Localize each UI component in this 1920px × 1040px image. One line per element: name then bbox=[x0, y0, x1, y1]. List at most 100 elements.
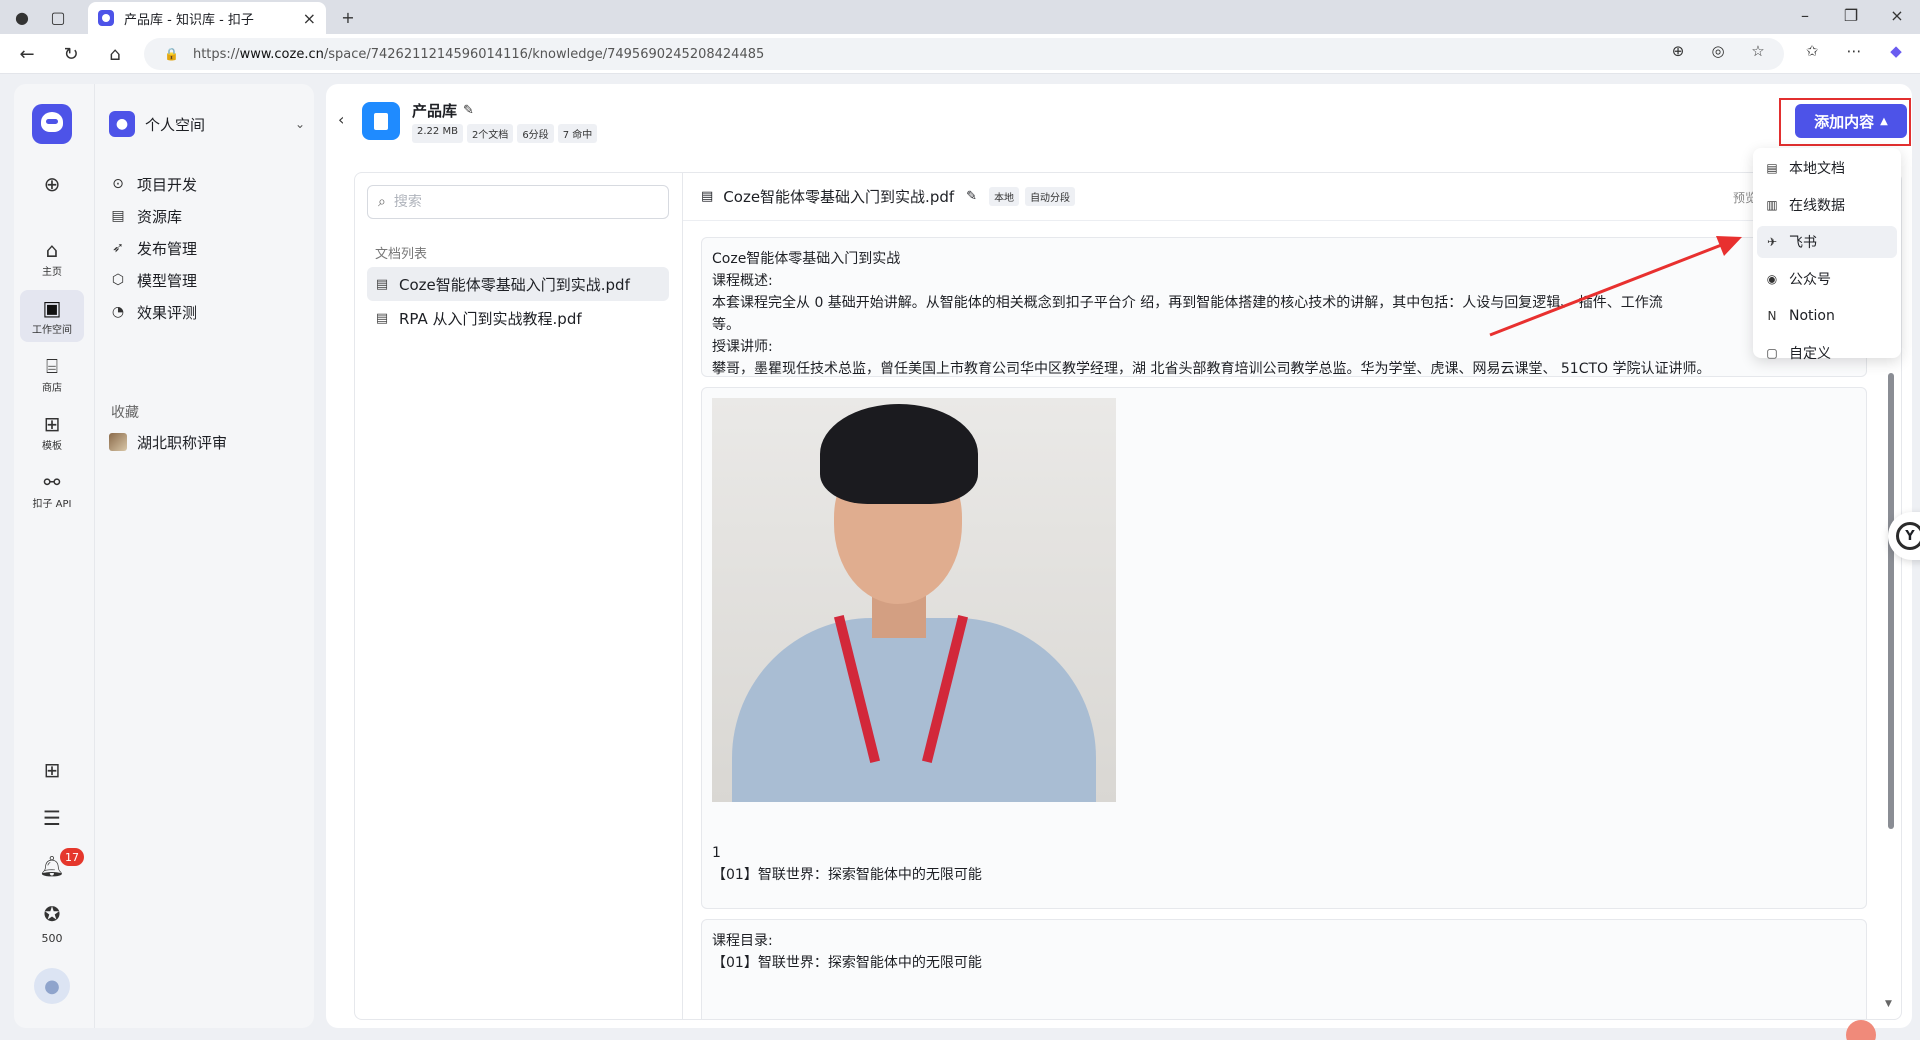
docs-icon[interactable]: ☰ bbox=[36, 802, 68, 834]
assistant-icon: Y bbox=[1896, 522, 1920, 550]
annotation-highlight-box bbox=[1779, 98, 1911, 146]
window-close-icon[interactable]: × bbox=[1882, 6, 1912, 25]
document-name: Coze智能体零基础入门到实战.pdf bbox=[399, 275, 630, 294]
photo-shirt bbox=[732, 618, 1096, 802]
new-tab-icon[interactable]: + bbox=[338, 8, 358, 27]
menu-item-wechat[interactable]: ◉ 公众号 bbox=[1757, 263, 1897, 295]
rail-item-home[interactable]: ⌂ 主页 bbox=[20, 232, 84, 284]
menu-item-label: 在线数据 bbox=[1789, 198, 1845, 214]
feishu-icon: ✈ bbox=[1766, 235, 1778, 249]
sidebar-item-evaluate[interactable]: ◔ 效果评测 bbox=[109, 296, 305, 328]
segment-line: 攀哥，墨瞿现任技术总监，曾任美国上市教育公司华中区教学经理，湖 北省头部教育培训… bbox=[712, 361, 1711, 377]
translate-icon[interactable]: ◎ bbox=[1706, 42, 1730, 60]
tab-actions-icon[interactable]: ▢ bbox=[48, 8, 68, 27]
sidebar-item-label: 发布管理 bbox=[137, 239, 198, 258]
segment-card[interactable]: Coze智能体零基础入门到实战 课程概述: 本套课程完全从 0 基础开始讲解。从… bbox=[701, 237, 1867, 377]
workspace-sidenav: ● 个人空间 ⌄ ⊙ 项目开发 ▤ 资源库 ➶ 发布管理 ⬡ 模型管理 ◔ 效果… bbox=[94, 84, 314, 1028]
scrollbar-thumb[interactable] bbox=[1888, 373, 1894, 829]
minimize-icon[interactable]: – bbox=[1790, 6, 1820, 25]
avatar[interactable]: ● bbox=[34, 968, 70, 1004]
document-name: RPA 从入门到实战教程.pdf bbox=[399, 309, 582, 328]
left-rail: ⊕ ⌂ 主页 ▣ 工作空间 ⌸ 商店 ⊞ 模板 ⚯ 扣子 API ⊞ ☰ 🔔︎ … bbox=[14, 84, 94, 1028]
favorites-bar-icon[interactable]: ✩ bbox=[1800, 42, 1824, 60]
wechat-icon: ◉ bbox=[1766, 272, 1778, 286]
file-icon: ▤ bbox=[375, 310, 389, 326]
segment-card[interactable]: 1 【01】智联世界：探索智能体中的无限可能 bbox=[701, 387, 1867, 909]
file-icon: ▤ bbox=[375, 276, 389, 292]
project-icon: ⊙ bbox=[112, 176, 124, 192]
model-icon: ⬡ bbox=[111, 272, 125, 288]
edit-icon[interactable]: ✎ bbox=[463, 103, 474, 118]
coze-app: ⊕ ⌂ 主页 ▣ 工作空间 ⌸ 商店 ⊞ 模板 ⚯ 扣子 API ⊞ ☰ 🔔︎ … bbox=[14, 84, 1912, 1036]
knowledge-base-icon bbox=[362, 102, 400, 140]
segment-line: 授课讲师: bbox=[712, 339, 773, 355]
favorite-item[interactable]: 湖北职称评审 bbox=[109, 426, 305, 458]
browser-tab[interactable]: 产品库 - 知识库 - 扣子 × bbox=[88, 2, 326, 34]
rail-item-workspace[interactable]: ▣ 工作空间 bbox=[20, 290, 84, 342]
segment-mode-tag: 自动分段 bbox=[1025, 187, 1076, 206]
url-path: /space/7426211214596014116/knowledge/749… bbox=[323, 46, 765, 62]
chevron-down-icon: ⌄ bbox=[294, 117, 305, 131]
site-info-icon[interactable]: 🔒 bbox=[164, 47, 179, 61]
coze-logo-icon[interactable] bbox=[32, 104, 72, 144]
profile-icon[interactable]: ● bbox=[12, 8, 32, 27]
document-title: Coze智能体零基础入门到实战.pdf bbox=[723, 188, 955, 206]
menu-item-notion[interactable]: N Notion bbox=[1757, 300, 1897, 332]
more-menu-icon[interactable]: ⋯ bbox=[1842, 42, 1866, 60]
sidebar-item-project[interactable]: ⊙ 项目开发 bbox=[109, 168, 305, 200]
menu-item-local-doc[interactable]: ▤ 本地文档 bbox=[1757, 152, 1897, 184]
segment-line: Coze智能体零基础入门到实战 bbox=[712, 251, 901, 267]
scroll-down-arrow-icon[interactable]: ▼ bbox=[1885, 999, 1892, 1009]
segment-line: 【01】智联世界：探索智能体中的无限可能 bbox=[712, 867, 982, 883]
menu-item-feishu[interactable]: ✈ 飞书 bbox=[1757, 226, 1897, 258]
rail-item-label: 扣子 API bbox=[32, 498, 72, 510]
document-item-selected[interactable]: ▤ Coze智能体零基础入门到实战.pdf bbox=[367, 267, 669, 301]
menu-item-online-data[interactable]: ▥ 在线数据 bbox=[1757, 189, 1897, 221]
segment-line: 本套课程完全从 0 基础开始讲解。从智能体的相关概念到扣子平台介 绍，再到智能体… bbox=[712, 295, 1663, 311]
rail-item-template[interactable]: ⊞ 模板 bbox=[20, 406, 84, 458]
document-list-heading: 文档列表 bbox=[375, 247, 428, 262]
space-selector[interactable]: ● 个人空间 ⌄ bbox=[109, 108, 305, 140]
rail-item-store[interactable]: ⌸ 商店 bbox=[20, 348, 84, 400]
rail-item-api[interactable]: ⚯ 扣子 API bbox=[20, 464, 84, 516]
credits-icon[interactable]: ✪ bbox=[36, 898, 68, 930]
notion-icon: N bbox=[1767, 309, 1777, 323]
favorite-label: 湖北职称评审 bbox=[137, 433, 228, 452]
search-box[interactable]: ⌕ bbox=[367, 185, 669, 219]
zoom-icon[interactable]: ⊕ bbox=[1666, 42, 1690, 60]
document-header: ▤ Coze智能体零基础入门到实战.pdf ✎ 本地 自动分段 bbox=[683, 173, 1901, 221]
menu-item-label: 本地文档 bbox=[1789, 161, 1845, 177]
document-item[interactable]: ▤ RPA 从入门到实战教程.pdf bbox=[367, 301, 669, 335]
sidebar-item-library[interactable]: ▤ 资源库 bbox=[109, 200, 305, 232]
back-chevron-icon[interactable]: ‹ bbox=[338, 110, 344, 129]
menu-item-label: 自定义 bbox=[1789, 346, 1831, 362]
url-field[interactable]: 🔒 https:// www.coze.cn /space/7426211214… bbox=[144, 38, 1784, 70]
reload-icon[interactable]: ↻ bbox=[60, 44, 82, 65]
edit-icon[interactable]: ✎ bbox=[966, 189, 977, 204]
segment-line: 等。 bbox=[712, 317, 740, 333]
home-nav-icon[interactable]: ⌂ bbox=[104, 44, 126, 65]
lecturer-photo bbox=[712, 398, 1116, 802]
user-space-icon: ● bbox=[109, 111, 135, 137]
credits-count: 500 bbox=[41, 932, 63, 945]
search-input[interactable] bbox=[393, 194, 634, 210]
library-icon: ▤ bbox=[111, 208, 125, 224]
apps-grid-icon[interactable]: ⊞ bbox=[36, 754, 68, 786]
create-plus-icon[interactable]: ⊕ bbox=[36, 168, 68, 200]
menu-item-custom[interactable]: ▢ 自定义 bbox=[1757, 337, 1897, 369]
back-arrow-icon[interactable]: ← bbox=[16, 44, 38, 65]
space-name: 个人空间 bbox=[145, 115, 206, 134]
photo-hair bbox=[820, 404, 978, 504]
sidebar-item-model[interactable]: ⬡ 模型管理 bbox=[109, 264, 305, 296]
sidebar-item-publish[interactable]: ➶ 发布管理 bbox=[109, 232, 305, 264]
restore-icon[interactable]: ❐ bbox=[1836, 6, 1866, 25]
tab-close-icon[interactable]: × bbox=[303, 9, 316, 28]
knowledge-main: ‹ 产品库 ✎ 2.22 MB 2个文档 6分段 7 命中 添加内容 ▲ ⌕ 文… bbox=[326, 84, 1912, 1028]
segment-line: 【01】智联世界：探索智能体中的无限可能 bbox=[712, 955, 982, 971]
rail-item-label: 模板 bbox=[42, 440, 62, 452]
favorite-star-icon[interactable]: ☆ bbox=[1746, 42, 1770, 60]
segment-card[interactable]: 课程目录: 【01】智联世界：探索智能体中的无限可能 bbox=[701, 919, 1867, 1019]
menu-item-label: Notion bbox=[1789, 308, 1835, 324]
copilot-icon[interactable]: ◆ bbox=[1884, 42, 1908, 60]
menu-item-label: 公众号 bbox=[1789, 272, 1831, 288]
